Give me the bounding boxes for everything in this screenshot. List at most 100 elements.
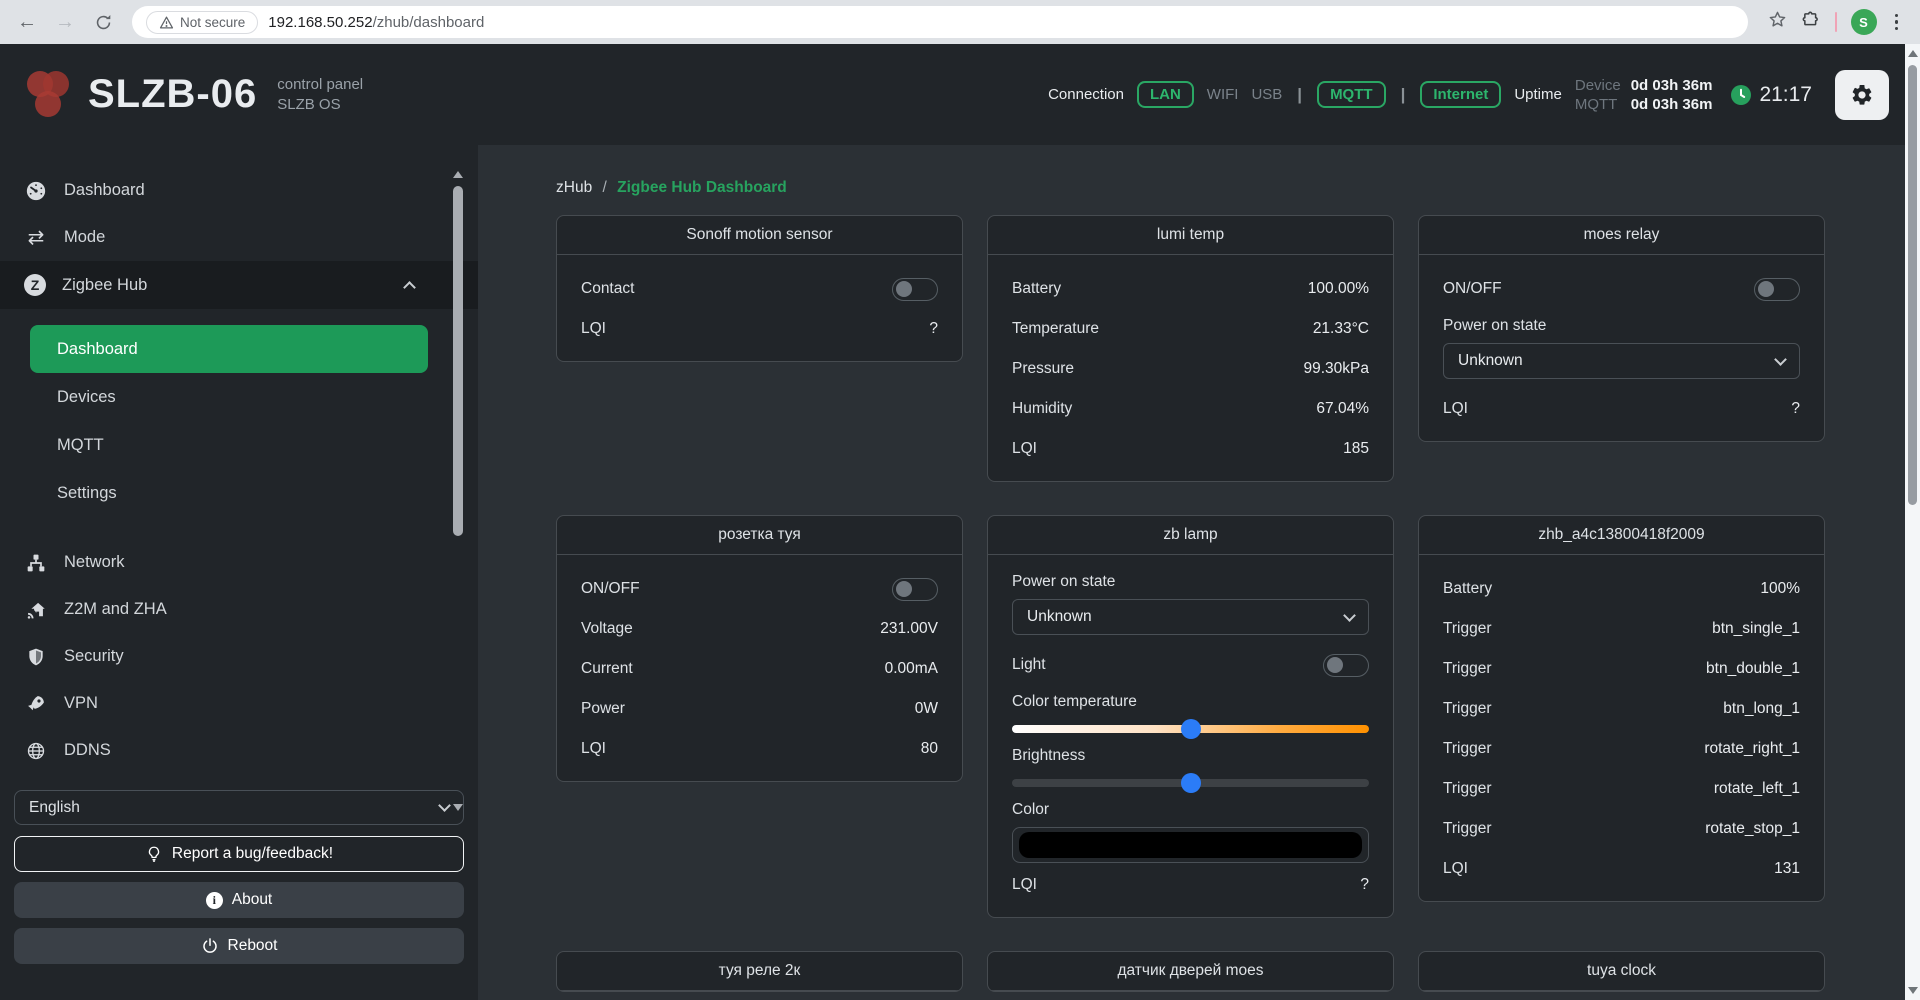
app-subtitle: control panel SLZB OS <box>277 75 363 115</box>
color-picker-input[interactable] <box>1012 827 1369 863</box>
lan-badge: LAN <box>1137 81 1194 108</box>
zigbee-submenu: Dashboard Devices MQTT Settings <box>0 325 478 517</box>
connection-label: Connection <box>1048 86 1124 103</box>
zigbee-icon: Z <box>24 274 46 296</box>
globe-icon <box>24 741 48 761</box>
app-title: SLZB-06 <box>88 72 257 117</box>
uptime-label: Uptime <box>1514 86 1562 103</box>
sidebar-item-ddns[interactable]: DDNS <box>0 727 478 774</box>
sidebar-item-mode[interactable]: ⇄ Mode <box>0 214 478 261</box>
card-title: tuya clock <box>1419 952 1824 991</box>
back-icon[interactable]: ← <box>10 5 44 39</box>
sidebar-subitem-dashboard[interactable]: Dashboard <box>30 325 428 373</box>
sidebar-subitem-settings[interactable]: Settings <box>30 469 428 517</box>
extensions-icon[interactable] <box>1801 10 1821 35</box>
sidebar-scrollbar[interactable] <box>452 171 464 811</box>
card-title: zb lamp <box>988 516 1393 555</box>
sidebar-item-zigbee-hub[interactable]: Z Zigbee Hub <box>0 261 478 309</box>
sidebar-item-label: Mode <box>64 228 105 247</box>
scroll-down-icon[interactable] <box>1908 987 1918 994</box>
power-icon <box>201 937 219 955</box>
reboot-button[interactable]: Reboot <box>14 928 464 964</box>
gear-icon <box>1850 83 1874 107</box>
app-header: SLZB-06 control panel SLZB OS Connection… <box>0 44 1905 145</box>
device-cards-grid: Sonoff motion sensor Contact LQI ? <box>556 215 1827 992</box>
shield-icon <box>24 647 48 667</box>
warning-icon <box>159 15 174 30</box>
wifi-label: WIFI <box>1207 86 1239 103</box>
internet-badge: Internet <box>1420 81 1501 108</box>
sidebar-item-dashboard[interactable]: Dashboard <box>0 167 478 214</box>
chevron-down-icon <box>1343 609 1356 622</box>
card-moes-door-sensor: датчик дверей moes <box>987 951 1394 992</box>
card-title: Sonoff motion sensor <box>557 216 962 255</box>
main-content: zHub / Zigbee Hub Dashboard Sonoff motio… <box>478 145 1905 1000</box>
toolbar-divider <box>1835 12 1837 32</box>
light-toggle[interactable] <box>1323 654 1369 677</box>
forward-icon[interactable]: → <box>48 5 82 39</box>
browser-toolbar: ← → Not secure 192.168.50.252/zhub/dashb… <box>0 0 1920 44</box>
sidebar-item-vpn[interactable]: VPN <box>0 680 478 727</box>
mqtt-badge: MQTT <box>1317 81 1386 108</box>
chevron-up-icon <box>403 281 416 294</box>
sidebar-subitem-mqtt[interactable]: MQTT <box>30 421 428 469</box>
card-title: датчик дверей moes <box>988 952 1393 991</box>
power-on-state-select[interactable]: Unknown <box>1443 343 1800 379</box>
settings-gear-button[interactable] <box>1835 70 1889 120</box>
card-title: lumi temp <box>988 216 1393 255</box>
contact-toggle[interactable] <box>892 278 938 301</box>
language-select[interactable]: English <box>14 790 464 825</box>
report-bug-button[interactable]: Report a bug/feedback! <box>14 836 464 872</box>
sidebar-item-z2m-zha[interactable]: Z2M and ZHA <box>0 586 478 633</box>
breadcrumb: zHub / Zigbee Hub Dashboard <box>556 179 1827 197</box>
chevron-down-icon <box>438 799 451 812</box>
swap-arrows-icon: ⇄ <box>24 225 48 250</box>
brightness-slider[interactable] <box>1012 773 1369 793</box>
card-title: туя реле 2к <box>557 952 962 991</box>
bookmark-star-icon[interactable] <box>1768 10 1787 34</box>
info-icon: i <box>206 892 223 909</box>
url-text[interactable]: 192.168.50.252/zhub/dashboard <box>268 14 484 31</box>
sidebar-subitem-devices[interactable]: Devices <box>30 373 428 421</box>
card-zb-lamp: zb lamp Power on state Unknown Light <box>987 515 1394 918</box>
address-bar[interactable]: Not secure 192.168.50.252/zhub/dashboard <box>132 6 1748 38</box>
breadcrumb-root[interactable]: zHub <box>556 179 592 196</box>
card-sonoff-motion-sensor: Sonoff motion sensor Contact LQI ? <box>556 215 963 362</box>
gauge-icon <box>24 180 48 202</box>
scroll-up-icon[interactable] <box>1908 50 1918 57</box>
slider-thumb[interactable] <box>1181 773 1201 793</box>
sidebar-item-label: Zigbee Hub <box>62 276 147 295</box>
scrollbar-thumb[interactable] <box>453 186 463 536</box>
card-rozetka-tuya: розетка туя ON/OFF Voltage231.00V Curren… <box>556 515 963 782</box>
usb-label: USB <box>1251 86 1282 103</box>
chevron-down-icon <box>1774 353 1787 366</box>
sidebar-item-label: Dashboard <box>64 181 145 200</box>
slzb-logo <box>24 69 72 121</box>
home-signal-icon <box>24 600 48 620</box>
power-on-state-select[interactable]: Unknown <box>1012 599 1369 635</box>
profile-avatar[interactable]: S <box>1851 9 1877 35</box>
lqi-value: ? <box>1791 400 1800 418</box>
lqi-value: ? <box>1360 876 1369 894</box>
clock-time: 21:17 <box>1759 83 1812 107</box>
sidebar-item-security[interactable]: Security <box>0 633 478 680</box>
page-scrollbar[interactable] <box>1905 44 1920 1000</box>
clock-icon <box>1731 85 1751 105</box>
browser-menu-icon[interactable] <box>1891 10 1903 35</box>
about-button[interactable]: i About <box>14 882 464 918</box>
slider-thumb[interactable] <box>1181 719 1201 739</box>
sidebar-item-network[interactable]: Network <box>0 539 478 586</box>
onoff-toggle[interactable] <box>892 578 938 601</box>
lqi-value: ? <box>929 320 938 338</box>
sitemap-icon <box>24 553 48 573</box>
rocket-icon <box>24 694 48 714</box>
card-title: moes relay <box>1419 216 1824 255</box>
color-temperature-slider[interactable] <box>1012 719 1369 739</box>
reload-icon[interactable] <box>86 5 120 39</box>
not-secure-chip[interactable]: Not secure <box>146 11 258 34</box>
sidebar: Dashboard ⇄ Mode Z Zigbee Hub Dashboard <box>0 145 478 1000</box>
scrollbar-thumb[interactable] <box>1908 65 1917 505</box>
onoff-toggle[interactable] <box>1754 278 1800 301</box>
scroll-up-icon[interactable] <box>453 171 463 178</box>
security-label: Not secure <box>180 15 245 30</box>
